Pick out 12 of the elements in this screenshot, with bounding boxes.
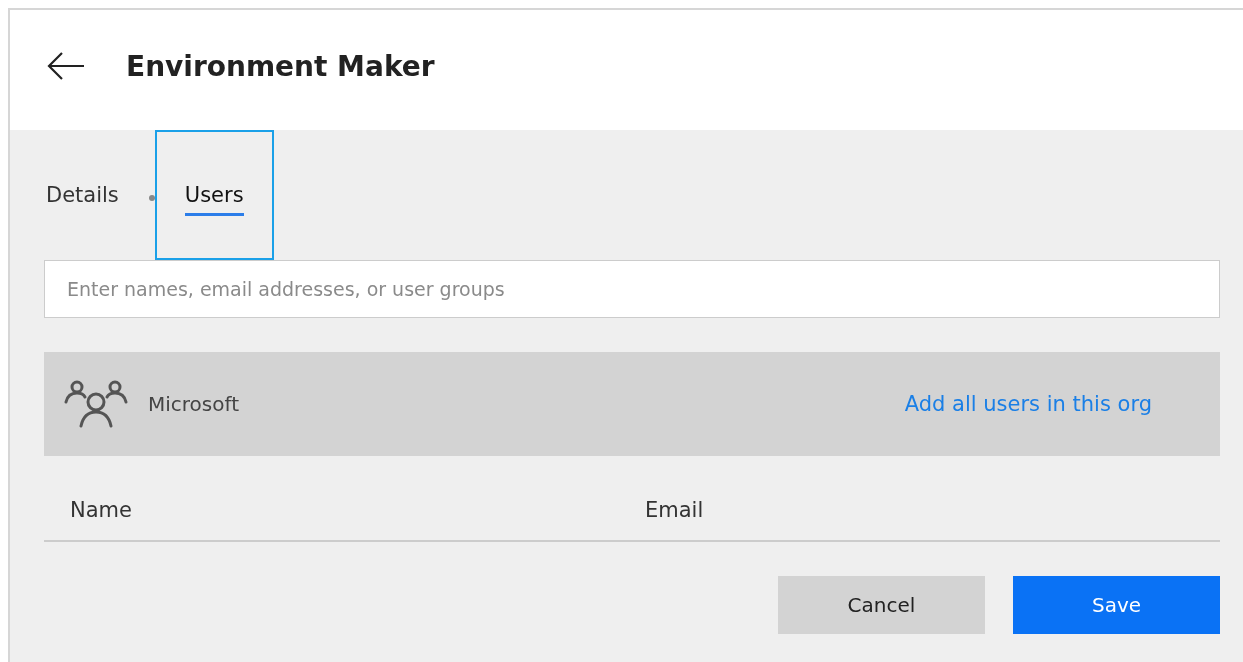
tab[interactable]: Users	[154, 130, 274, 260]
save-button[interactable]: Save	[1013, 576, 1220, 634]
column-header: Email	[645, 498, 705, 522]
separator-dot	[148, 195, 155, 201]
tab[interactable]: Details	[44, 130, 149, 260]
column-header: Name	[70, 498, 133, 522]
back-arrow-icon[interactable]	[46, 51, 86, 81]
cancel-button[interactable]: Cancel	[778, 576, 985, 634]
group-icon	[64, 378, 128, 430]
search-field[interactable]: Enter names, email addresses, or user groups	[44, 260, 1220, 318]
org-name: Microsoft	[148, 392, 240, 416]
page-title: Environment Maker	[126, 49, 435, 83]
